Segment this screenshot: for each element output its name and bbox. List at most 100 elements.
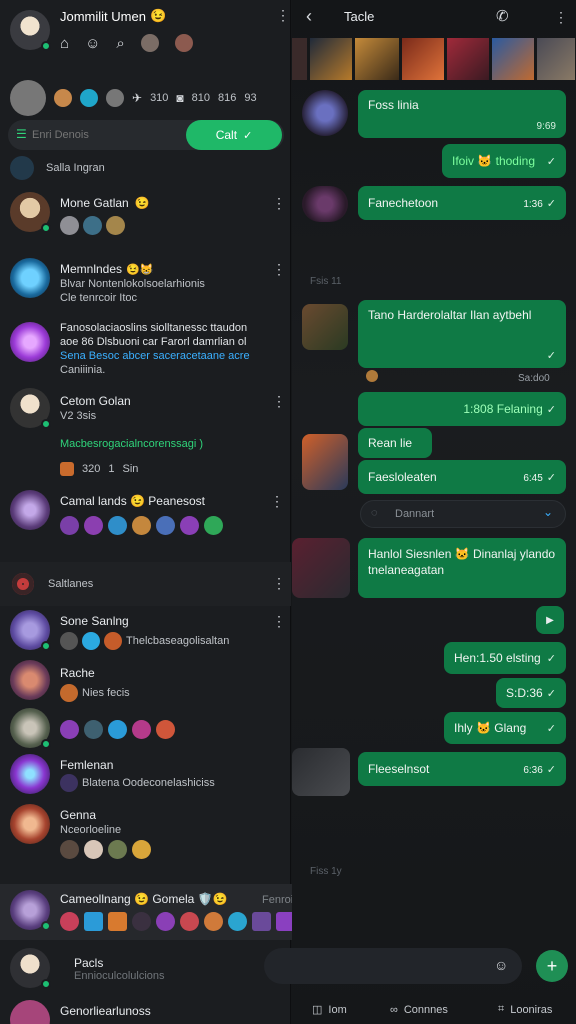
chat-item[interactable]: Genorliearlunoss xyxy=(0,998,291,1024)
media-thumbnail[interactable] xyxy=(292,538,350,598)
search-submit-button[interactable]: Calt ✓ xyxy=(186,120,282,150)
message-text: Ifoiv 🐱 thoding xyxy=(452,154,535,168)
media-thumbnail[interactable] xyxy=(310,38,352,80)
more-menu-icon[interactable]: ⋮ xyxy=(276,8,290,22)
media-thumbnail[interactable] xyxy=(355,38,399,80)
chat-emoji: 😉😸 xyxy=(126,263,154,276)
avatar xyxy=(132,912,151,931)
media-thumbnail[interactable] xyxy=(447,38,489,80)
chevron-down-icon[interactable]: ⌄ xyxy=(543,505,553,519)
contact-status: Thelcbaseagolisaltan xyxy=(126,635,230,647)
chat-item[interactable]: Fanosolaciaoslins siolltanessc ttaudon a… xyxy=(0,318,291,380)
message-bubble[interactable]: Ifoiv 🐱 thoding ✓ xyxy=(442,144,566,178)
back-icon[interactable]: ‹ xyxy=(306,6,312,27)
avatar[interactable] xyxy=(10,80,46,116)
avatar[interactable] xyxy=(54,89,72,107)
message-bubble[interactable]: Foss linia 9:69 xyxy=(358,90,566,138)
message-bubble[interactable]: Faesloleaten 6:45 ✓ xyxy=(358,460,566,494)
section-more-icon[interactable]: ⋮ xyxy=(272,576,286,590)
avatar[interactable] xyxy=(140,34,159,52)
avatar xyxy=(84,840,103,859)
profile-name: Jommilit Umen xyxy=(60,8,146,24)
section-header[interactable]: Saltlanes ⋮ xyxy=(0,562,291,606)
avatar xyxy=(180,912,199,931)
contact-item[interactable]: Sone Sanlng Thelcbaseagolisaltan ⋮ xyxy=(0,608,291,656)
contact-item[interactable]: Genna Nceorloeline xyxy=(0,802,291,864)
contact-more-icon[interactable]: ⋮ xyxy=(272,614,286,628)
message-time: 6:45 ✓ xyxy=(523,471,556,484)
contact-item[interactable]: Rache Nies fecis xyxy=(0,660,291,702)
search-input[interactable] xyxy=(32,126,182,144)
message-time: 9:69 xyxy=(536,121,556,132)
message-bubble[interactable]: 1:808 Felaning ✓ xyxy=(358,392,566,426)
chat-item[interactable]: Cetom Golan V2 3sis ⋮ Macbesrogacialncor… xyxy=(0,386,291,482)
chat-item[interactable]: Camal lands 😉 Peanesost ⋮ xyxy=(0,486,291,548)
camera-icon[interactable]: ◙ xyxy=(176,91,183,105)
tab-home[interactable]: ◫ Iom xyxy=(312,1003,347,1017)
chat-more-icon[interactable]: ⋮ xyxy=(272,196,286,210)
contact-participants xyxy=(60,720,175,739)
avatar xyxy=(84,912,103,931)
message-bubble[interactable]: Ihly 🐱 Glang ✓ xyxy=(444,712,566,744)
reaction-icon[interactable] xyxy=(366,370,378,382)
media-thumbnail[interactable] xyxy=(302,304,348,350)
chat-name: Pacls xyxy=(74,956,104,970)
contact-item[interactable] xyxy=(0,708,291,749)
chat-preview: Sena Besoc abcer saceracetaane acre xyxy=(60,350,250,362)
message-bubble[interactable]: Fanechetoon 1:36 ✓ xyxy=(358,186,566,220)
message-bubble[interactable]: Hanlol Siesnlen 🐱 Dinanlaj ylando tnelan… xyxy=(358,538,566,598)
pinned-row[interactable]: Salla Ingran xyxy=(10,156,105,180)
pin-icon[interactable]: ✈ xyxy=(132,91,142,105)
contact-avatar xyxy=(10,708,51,749)
media-thumbnail[interactable] xyxy=(292,748,350,796)
tab-connections[interactable]: ∞ Connnes xyxy=(390,1004,448,1016)
tab-more[interactable]: ⌗ Looniras xyxy=(498,1003,552,1016)
chat-item[interactable]: Pacls Ennioculcolulcions ⋮ xyxy=(0,944,291,996)
avatar xyxy=(132,840,151,859)
avatar[interactable] xyxy=(106,89,124,107)
mask-icon[interactable]: ☺ xyxy=(85,35,100,52)
message-bubble[interactable]: Hen:1.50 elsting ✓ xyxy=(444,642,566,674)
chat-more-icon[interactable]: ⋮ xyxy=(272,262,286,276)
chat-footer-value: 320 xyxy=(82,463,101,475)
profile-avatar[interactable] xyxy=(10,10,51,51)
chat-avatar xyxy=(10,322,50,362)
notice-bar[interactable]: ◌ Dannart ⌄ xyxy=(360,500,566,528)
play-button[interactable]: ▶ xyxy=(536,606,564,634)
message-text: Faesloleaten xyxy=(368,470,437,484)
contact-item[interactable]: Femlenan Blatena Oodeconelashiciss xyxy=(0,752,291,796)
media-thumbnail[interactable] xyxy=(402,38,444,80)
media-thumbnail[interactable] xyxy=(537,38,575,80)
filter-icon[interactable]: ☰ xyxy=(16,127,27,141)
chat-item[interactable]: Mone Gatlan 😉 ⋮ xyxy=(0,190,291,242)
conversation-more-icon[interactable]: ⋮ xyxy=(554,10,568,24)
profile-header: Jommilit Umen 😉 ⌂ ☺ ⌕ ⋮ xyxy=(10,8,290,52)
message-input[interactable] xyxy=(280,956,470,976)
media-thumbnail[interactable] xyxy=(492,38,534,80)
avatar xyxy=(104,632,122,650)
media-thumbnail[interactable] xyxy=(302,434,348,490)
message-bubble[interactable]: Tano Harderolaltar Ilan aytbehl ✓ xyxy=(358,300,566,368)
message-bubble[interactable]: S:D:36 ✓ xyxy=(496,678,566,708)
message-text: Foss linia xyxy=(368,98,419,112)
chat-more-icon[interactable]: ⋮ xyxy=(270,494,284,508)
avatar[interactable] xyxy=(174,34,193,52)
bookmark-icon[interactable]: ⌂ xyxy=(60,35,69,52)
avatar xyxy=(60,912,79,931)
avatar[interactable] xyxy=(80,89,98,107)
chat-item[interactable]: Memnlndes 😉😸 Blvar Nontenlokolsoelarhion… xyxy=(0,254,291,310)
avatar xyxy=(60,684,78,702)
message-bubble[interactable]: Fleeselnsot 6:36 ✓ xyxy=(358,752,566,786)
emoji-icon[interactable]: ☺ xyxy=(494,957,508,973)
search-icon[interactable]: ⌕ xyxy=(116,35,124,52)
media-thumbnail[interactable] xyxy=(292,38,307,80)
message-bubble[interactable]: Rean lie xyxy=(358,428,432,458)
chat-link[interactable]: Macbesrogacialncorenssagi ) xyxy=(60,438,280,450)
chat-avatar xyxy=(10,948,51,989)
message-text: Fleeselnsot xyxy=(368,762,430,776)
chat-more-icon[interactable]: ⋮ xyxy=(272,394,286,408)
section-icon xyxy=(12,573,34,595)
check-icon: ✓ xyxy=(243,129,253,142)
phone-icon[interactable]: ✆ xyxy=(496,7,509,25)
new-message-button[interactable]: + xyxy=(536,950,568,982)
